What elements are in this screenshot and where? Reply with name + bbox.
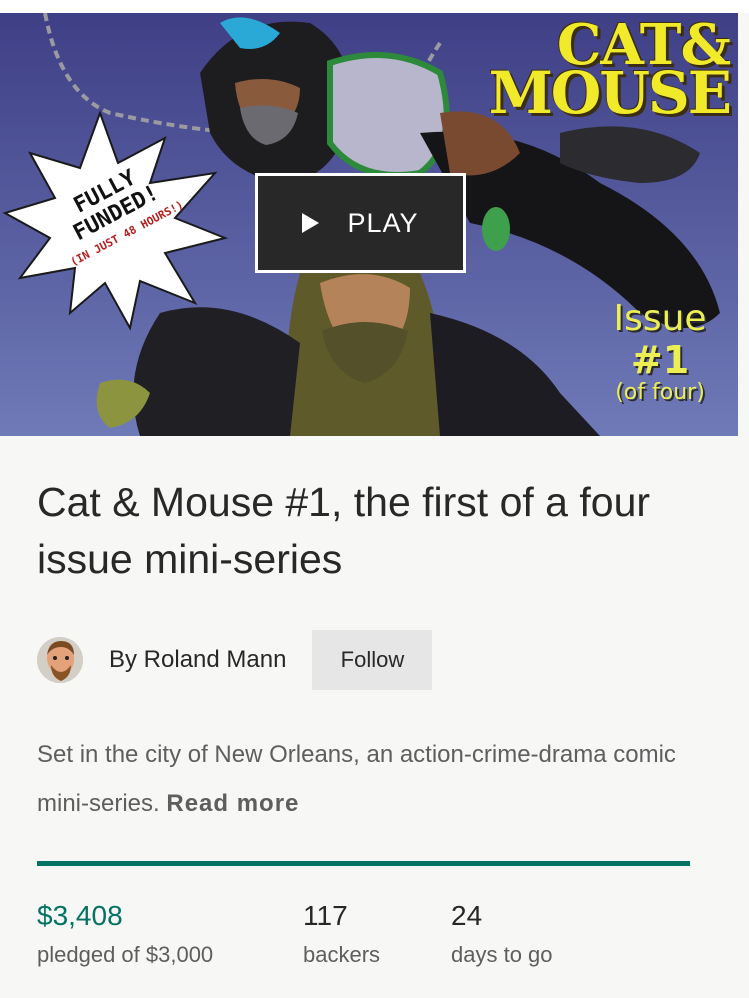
backers-count: 117 [303, 900, 348, 931]
days-count: 24 [451, 900, 483, 931]
follow-button[interactable]: Follow [312, 630, 433, 690]
top-border [0, 0, 749, 13]
issue-of-four: (of four) [615, 380, 705, 405]
project-page: CAT& MOUSE FULLY FUNDED! (IN JUST 48 HOU… [0, 0, 749, 998]
issue-word: Issue [613, 298, 707, 339]
play-icon [302, 213, 320, 233]
play-label: PLAY [347, 207, 419, 238]
creator-row: By Roland Mann Follow [37, 630, 433, 690]
backers-stat: 117 backers [303, 900, 380, 969]
pledged-stat: $3,408 pledged of $3,000 [37, 900, 213, 969]
project-title: Cat & Mouse #1, the first of a four issu… [37, 479, 651, 582]
project-blurb: Set in the city of New Orleans, an actio… [37, 730, 697, 828]
avatar-icon [37, 637, 83, 683]
cover-title-line2: MOUSE [488, 59, 732, 127]
play-video-button[interactable]: PLAY [255, 173, 466, 273]
blurb-text: Set in the city of New Orleans, an actio… [37, 741, 676, 817]
read-more-link[interactable]: Read more [166, 790, 299, 817]
funding-progress-fill [37, 861, 690, 866]
funding-progress-bar [37, 861, 690, 866]
days-label: days to go [451, 942, 553, 967]
creator-avatar[interactable] [37, 637, 83, 683]
cover-issue-label: Issue #1 (of four) [585, 299, 735, 405]
cover-title-logo: CAT& MOUSE [430, 17, 732, 127]
pledged-goal-label: pledged of $3,000 [37, 942, 214, 967]
project-video-hero[interactable]: CAT& MOUSE FULLY FUNDED! (IN JUST 48 HOU… [0, 13, 738, 436]
issue-number: #1 [630, 338, 690, 382]
creator-name[interactable]: By Roland Mann [109, 646, 286, 674]
days-stat: 24 days to go [451, 900, 553, 969]
backers-label: backers [303, 942, 381, 967]
pledged-amount: $3,408 [37, 900, 123, 931]
